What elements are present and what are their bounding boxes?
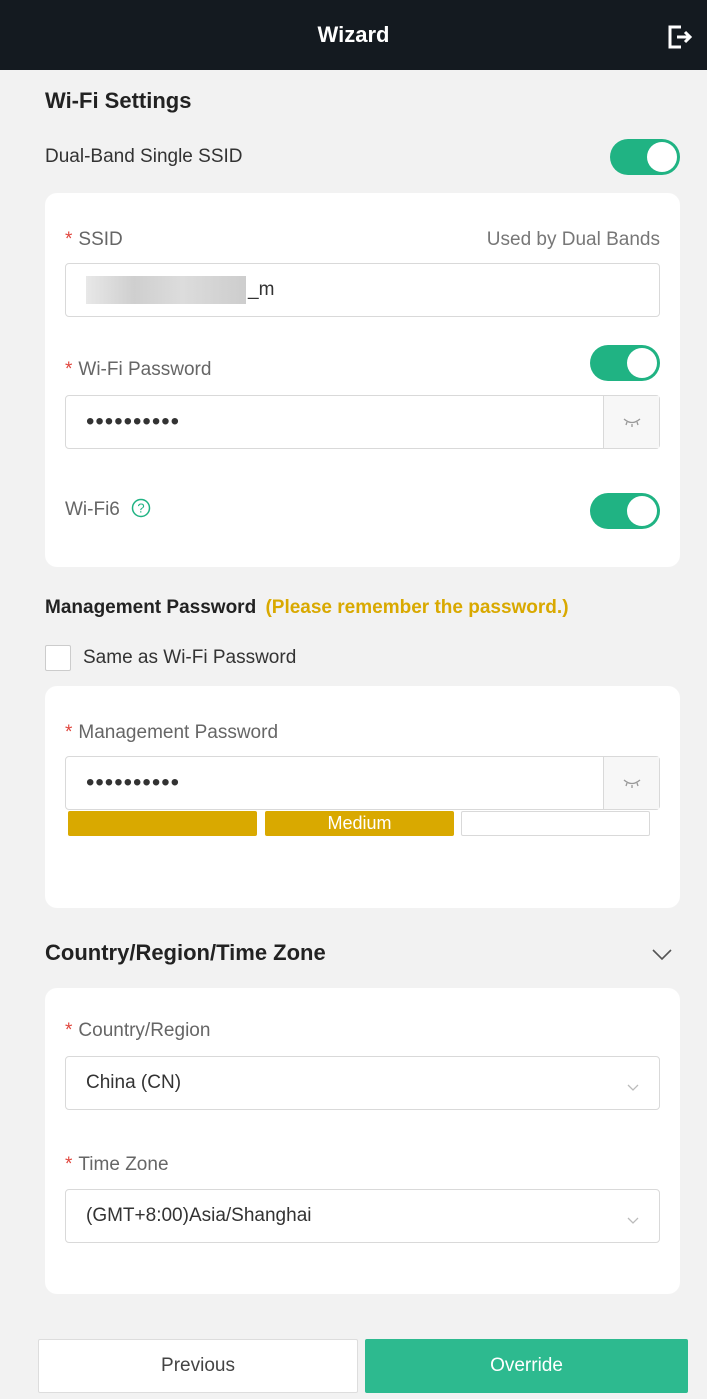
page-title: Wizard xyxy=(317,22,390,47)
management-note: (Please remember the password.) xyxy=(265,597,569,618)
svg-text:?: ? xyxy=(138,501,145,516)
required-marker: * xyxy=(65,722,73,743)
chevron-down-icon xyxy=(627,1210,639,1224)
strength-bar-2: Medium xyxy=(265,811,454,836)
ssid-redacted-block xyxy=(86,276,246,304)
ssid-label-row: * SSID xyxy=(65,229,123,251)
ssid-hint: Used by Dual Bands xyxy=(486,229,660,250)
mgmt-password-label-row: * Management Password xyxy=(65,722,278,744)
mgmt-password-input[interactable]: •••••••••• xyxy=(65,756,660,810)
required-marker: * xyxy=(65,1020,73,1041)
help-icon[interactable]: ? xyxy=(131,498,151,524)
management-title-row: Management Password (Please remember the… xyxy=(45,597,569,619)
region-card: * Country/Region China (CN) * Time Zone (G… xyxy=(45,988,680,1294)
wifi6-label-row: Wi-Fi6 ? xyxy=(65,498,151,524)
strength-text: Medium xyxy=(327,813,392,833)
country-select[interactable]: China (CN) xyxy=(65,1056,660,1110)
wifi-password-label: Wi-Fi Password xyxy=(78,359,212,380)
country-label: Country/Region xyxy=(78,1020,211,1041)
wifi6-toggle[interactable] xyxy=(590,493,660,529)
wifi-settings-title: Wi-Fi Settings xyxy=(45,88,192,113)
logout-icon[interactable] xyxy=(665,23,693,51)
wifi-password-toggle[interactable] xyxy=(590,345,660,381)
management-card: * Management Password •••••••••• Medium xyxy=(45,686,680,908)
dual-band-toggle[interactable] xyxy=(610,139,680,175)
required-marker: * xyxy=(65,359,73,380)
timezone-value: (GMT+8:00)Asia/Shanghai xyxy=(86,1205,312,1226)
ssid-label: SSID xyxy=(78,229,123,250)
dual-band-label: Dual-Band Single SSID xyxy=(45,146,243,167)
country-label-row: * Country/Region xyxy=(65,1020,210,1042)
wifi-password-label-row: * Wi-Fi Password xyxy=(65,359,211,381)
mgmt-password-label: Management Password xyxy=(78,722,279,743)
wifi-password-mask: •••••••••• xyxy=(86,408,181,435)
same-as-checkbox[interactable] xyxy=(45,645,71,671)
wifi-password-input[interactable]: •••••••••• xyxy=(65,395,660,449)
previous-button[interactable]: Previous xyxy=(38,1339,358,1393)
country-value: China (CN) xyxy=(86,1072,182,1093)
required-marker: * xyxy=(65,229,73,250)
required-marker: * xyxy=(65,1154,73,1175)
timezone-select[interactable]: (GMT+8:00)Asia/Shanghai xyxy=(65,1189,660,1243)
wifi-card: * SSID Used by Dual Bands _m * Wi-Fi Passw… xyxy=(45,193,680,567)
override-button[interactable]: Override xyxy=(365,1339,688,1393)
eye-closed-icon[interactable] xyxy=(603,396,659,448)
management-title: Management Password xyxy=(45,597,257,618)
ssid-suffix: _m xyxy=(248,279,275,300)
chevron-down-icon xyxy=(627,1077,639,1091)
eye-closed-icon[interactable] xyxy=(603,757,659,809)
same-as-label: Same as Wi-Fi Password xyxy=(83,647,297,668)
mgmt-password-mask: •••••••••• xyxy=(86,769,181,796)
ssid-input[interactable]: _m xyxy=(65,263,660,317)
chevron-down-icon[interactable] xyxy=(651,948,673,967)
strength-bar-1 xyxy=(68,811,257,836)
timezone-label-row: * Time Zone xyxy=(65,1154,169,1176)
timezone-label: Time Zone xyxy=(78,1154,169,1175)
header-bar: Wizard xyxy=(0,0,707,70)
wifi6-label: Wi-Fi6 xyxy=(65,499,120,520)
region-title: Country/Region/Time Zone xyxy=(45,940,326,965)
strength-bar-3 xyxy=(461,811,650,836)
